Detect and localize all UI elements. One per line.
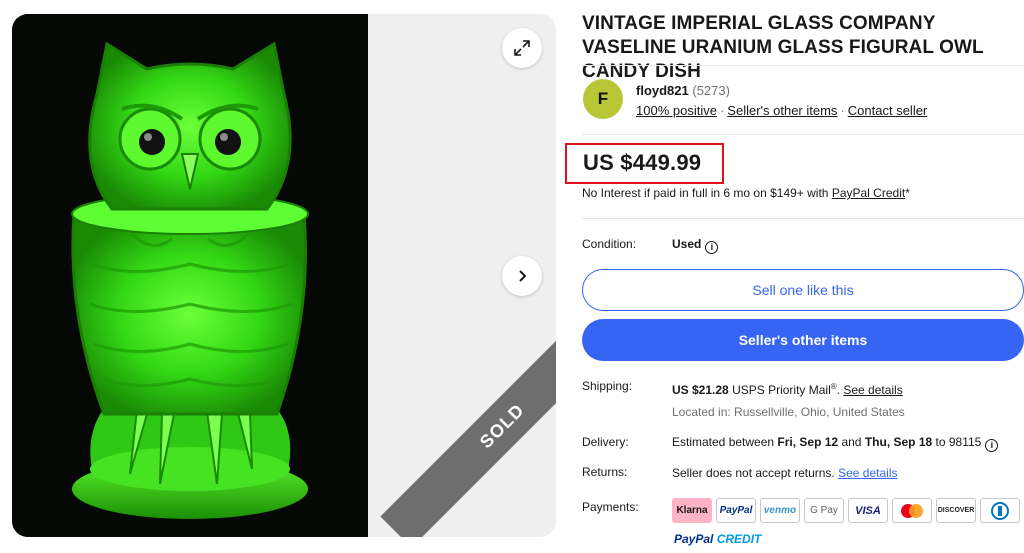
paypal-credit-text-2: CREDIT xyxy=(716,532,762,546)
seller-avatar[interactable]: F xyxy=(583,79,623,119)
paypal-credit-text-1: PayPal xyxy=(674,532,714,546)
expand-image-button[interactable] xyxy=(502,28,542,68)
delivery-prefix: Estimated between xyxy=(672,435,775,449)
condition-text: Used xyxy=(672,237,702,251)
image-gallery: SOLD xyxy=(12,14,556,537)
condition-value: Used i xyxy=(672,237,719,254)
shipping-price: US $21.28 xyxy=(672,383,729,397)
mastercard-icon xyxy=(901,503,923,518)
paypal-credit-logo: PayPal CREDIT xyxy=(674,532,761,546)
delivery-end: Thu, Sep 18 xyxy=(864,435,933,449)
visa-badge: VISA xyxy=(848,498,888,523)
shipping-see-details-link[interactable]: See details xyxy=(843,383,902,397)
positive-feedback-link[interactable]: 100% positive xyxy=(636,103,717,118)
seller-other-items-button[interactable]: Seller's other items xyxy=(582,319,1024,361)
venmo-badge: venmo xyxy=(760,498,800,523)
mastercard-badge xyxy=(892,498,932,523)
contact-seller-link[interactable]: Contact seller xyxy=(848,103,927,118)
shipping-separator: . xyxy=(836,383,840,397)
delivery-value: Estimated between Fri, Sep 12 and Thu, S… xyxy=(672,435,999,452)
returns-see-details-link[interactable]: See details xyxy=(838,466,897,480)
returns-label: Returns: xyxy=(582,465,628,479)
divider xyxy=(582,218,1024,219)
credit-text: No Interest if paid in full in 6 mo on $… xyxy=(582,186,829,200)
paypal-badge: PayPal xyxy=(716,498,756,523)
item-title: VINTAGE IMPERIAL GLASS COMPANY VASELINE … xyxy=(582,13,984,82)
sold-ribbon: SOLD xyxy=(380,304,556,537)
chevron-right-icon xyxy=(519,270,527,282)
feedback-count: (5273) xyxy=(692,83,730,98)
sold-label: SOLD xyxy=(475,399,528,452)
payment-methods: Klarna PayPal venmo G Pay VISA DISCOVER xyxy=(672,498,1020,523)
seller-info: floyd821 (5273) xyxy=(636,83,730,98)
shipping-label: Shipping: xyxy=(582,379,633,393)
shipping-service: USPS Priority Mail xyxy=(732,383,831,397)
product-photo[interactable] xyxy=(12,14,368,537)
expand-icon xyxy=(514,40,530,56)
shipping-value: US $21.28 USPS Priority Mail®. See detai… xyxy=(672,382,903,397)
divider xyxy=(582,134,1024,135)
payments-label: Payments: xyxy=(582,500,639,514)
delivery-zip: to 98115 xyxy=(935,435,982,449)
gpay-badge: G Pay xyxy=(804,498,844,523)
next-image-button[interactable] xyxy=(502,256,542,296)
discover-badge: DISCOVER xyxy=(936,498,976,523)
diners-badge xyxy=(980,498,1020,523)
credit-offer: No Interest if paid in full in 6 mo on $… xyxy=(582,186,910,200)
paypal-credit-link[interactable]: PayPal Credit xyxy=(832,186,905,200)
credit-suffix: * xyxy=(905,186,910,200)
delivery-and: and xyxy=(841,435,862,449)
item-location: Located in: Russellville, Ohio, United S… xyxy=(672,405,905,419)
diners-club-icon xyxy=(991,501,1009,520)
klarna-badge: Klarna xyxy=(672,498,712,523)
divider xyxy=(582,65,1024,66)
seller-links: 100% positive · Seller's other items · Conta… xyxy=(636,103,928,118)
seller-name[interactable]: floyd821 xyxy=(636,83,689,98)
owl-dish-image xyxy=(12,14,368,537)
info-icon[interactable]: i xyxy=(985,439,999,452)
item-price: US $449.99 xyxy=(583,150,702,175)
sell-one-like-this-button[interactable]: Sell one like this xyxy=(582,269,1024,311)
returns-text: Seller does not accept returns. xyxy=(672,466,835,480)
condition-label: Condition: xyxy=(582,237,637,251)
seller-other-items-link[interactable]: Seller's other items xyxy=(727,103,837,118)
info-icon[interactable]: i xyxy=(705,241,719,254)
returns-value: Seller does not accept returns. See deta… xyxy=(672,466,897,480)
delivery-label: Delivery: xyxy=(582,435,629,449)
delivery-start: Fri, Sep 12 xyxy=(777,435,839,449)
